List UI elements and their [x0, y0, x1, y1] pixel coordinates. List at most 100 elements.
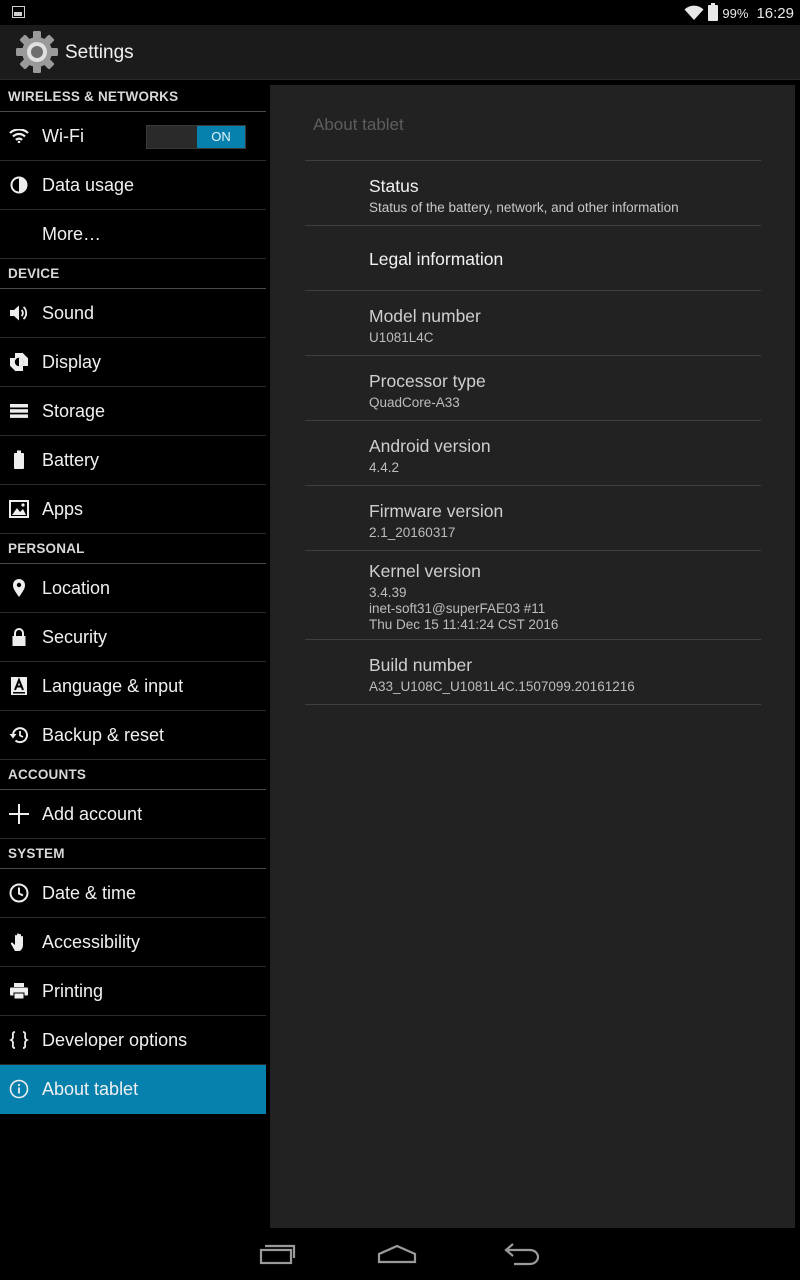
sidebar-item-location[interactable]: Location	[0, 564, 266, 613]
item-value: Thu Dec 15 11:41:24 CST 2016	[369, 617, 559, 632]
sidebar-item-label: Printing	[42, 980, 104, 1001]
sidebar-item-data-usage[interactable]: Data usage	[0, 161, 266, 210]
processor-type-item: Processor type QuadCore-A33	[305, 356, 761, 421]
item-title: Legal information	[369, 249, 504, 269]
sidebar-item-accessibility[interactable]: Accessibility	[0, 918, 266, 967]
sidebar-item-developer-options[interactable]: Developer options	[0, 1016, 266, 1065]
model-number-item: Model number U1081L4C	[305, 291, 761, 356]
sidebar-item-label: More…	[42, 223, 102, 244]
printer-icon	[9, 981, 29, 1001]
lock-icon	[9, 627, 29, 647]
item-value: inet-soft31@superFAE03 #11	[369, 601, 546, 616]
item-title: Android version	[369, 436, 491, 456]
wifi-icon	[9, 126, 29, 146]
sidebar-item-printing[interactable]: Printing	[0, 967, 266, 1016]
about-tablet-pane: About tablet Status Status of the batter…	[270, 85, 795, 1228]
item-title: Model number	[369, 306, 481, 326]
screenshot-notification-icon	[12, 6, 25, 18]
sidebar-item-wifi[interactable]: Wi-Fi ON	[0, 112, 266, 161]
wifi-toggle[interactable]: ON	[146, 125, 246, 149]
sidebar-item-label: Date & time	[42, 882, 137, 903]
hand-icon	[9, 932, 29, 952]
wifi-signal-icon	[684, 5, 704, 20]
sidebar-item-battery[interactable]: Battery	[0, 436, 266, 485]
sidebar-item-storage[interactable]: Storage	[0, 387, 266, 436]
item-value: QuadCore-A33	[369, 395, 460, 410]
item-value: U1081L4C	[369, 330, 434, 345]
item-title: Kernel version	[369, 561, 481, 581]
plus-icon	[9, 804, 29, 824]
about-list: Status Status of the battery, network, a…	[305, 160, 761, 705]
backup-icon	[9, 725, 29, 745]
section-header-system: SYSTEM	[0, 839, 266, 869]
data-usage-icon	[9, 175, 29, 195]
sidebar-item-more[interactable]: More…	[0, 210, 266, 259]
item-value: 3.4.39	[369, 585, 407, 600]
page-title: Settings	[65, 42, 134, 63]
battery-icon	[9, 450, 29, 470]
sidebar-item-sound[interactable]: Sound	[0, 289, 266, 338]
sidebar-item-apps[interactable]: Apps	[0, 485, 266, 534]
sidebar-item-date-time[interactable]: Date & time	[0, 869, 266, 918]
sidebar-item-label: Backup & reset	[42, 724, 165, 745]
recents-icon[interactable]	[254, 1240, 298, 1268]
storage-icon	[9, 401, 29, 421]
item-value: A33_U108C_U1081L4C.1507099.20161216	[369, 679, 635, 694]
sidebar-item-label: Wi-Fi	[42, 125, 84, 146]
sidebar-item-add-account[interactable]: Add account	[0, 790, 266, 839]
settings-gear-icon[interactable]	[14, 29, 60, 75]
item-title: Build number	[369, 655, 473, 675]
section-header-personal: PERSONAL	[0, 534, 266, 564]
item-value: 4.4.2	[369, 460, 400, 475]
sidebar-item-label: Battery	[42, 449, 100, 470]
navigation-bar	[0, 1228, 800, 1280]
kernel-version-item: Kernel version 3.4.39 inet-soft31@superF…	[305, 551, 761, 640]
sidebar-item-label: Display	[42, 351, 102, 372]
sidebar-item-language[interactable]: Language & input	[0, 662, 266, 711]
sidebar-item-label: About tablet	[42, 1078, 139, 1099]
back-icon[interactable]	[500, 1240, 544, 1268]
wifi-toggle-state: ON	[197, 126, 245, 148]
sidebar-item-label: Data usage	[42, 174, 135, 195]
status-icons: 99% 16:29	[684, 2, 794, 24]
sidebar-item-display[interactable]: Display	[0, 338, 266, 387]
sidebar-item-label: Location	[42, 577, 111, 598]
braces-icon	[9, 1030, 29, 1050]
build-number-item[interactable]: Build number A33_U108C_U1081L4C.1507099.…	[305, 640, 761, 705]
sidebar-item-label: Apps	[42, 498, 84, 519]
language-icon	[9, 676, 29, 696]
sidebar-item-label: Storage	[42, 400, 106, 421]
item-title: Status	[369, 176, 419, 196]
sidebar-item-about-tablet[interactable]: About tablet	[0, 1065, 266, 1114]
sidebar-item-label: Accessibility	[42, 931, 141, 952]
android-version-item[interactable]: Android version 4.4.2	[305, 421, 761, 486]
section-header-wireless: WIRELESS & NETWORKS	[0, 82, 266, 112]
sidebar-item-label: Security	[42, 626, 108, 647]
firmware-version-item: Firmware version 2.1_20160317	[305, 486, 761, 551]
sidebar-item-label: Language & input	[42, 675, 184, 696]
item-subtitle: Status of the battery, network, and othe…	[369, 200, 679, 215]
battery-percent: 99%	[722, 5, 749, 21]
sidebar-item-backup-reset[interactable]: Backup & reset	[0, 711, 266, 760]
battery-status-icon	[708, 3, 719, 21]
item-value: 2.1_20160317	[369, 525, 456, 540]
status-bar: 99% 16:29	[0, 0, 800, 25]
section-header-device: DEVICE	[0, 259, 266, 289]
pane-title: About tablet	[313, 115, 404, 134]
action-bar: Settings	[0, 25, 800, 80]
sidebar-item-label: Sound	[42, 302, 95, 323]
location-icon	[9, 578, 29, 598]
clock: 16:29	[756, 4, 794, 22]
sidebar-item-security[interactable]: Security	[0, 613, 266, 662]
sound-icon	[9, 303, 29, 323]
display-icon	[9, 352, 29, 372]
sidebar-item-label: Developer options	[42, 1029, 188, 1050]
info-icon	[9, 1079, 29, 1099]
clock-icon	[9, 883, 29, 903]
settings-sidebar: WIRELESS & NETWORKS Wi-Fi ON Data usage …	[0, 82, 266, 1114]
home-icon[interactable]	[375, 1240, 419, 1268]
item-title: Processor type	[369, 371, 486, 391]
section-header-accounts: ACCOUNTS	[0, 760, 266, 790]
legal-information-item[interactable]: Legal information	[305, 226, 761, 291]
status-item[interactable]: Status Status of the battery, network, a…	[305, 161, 761, 226]
